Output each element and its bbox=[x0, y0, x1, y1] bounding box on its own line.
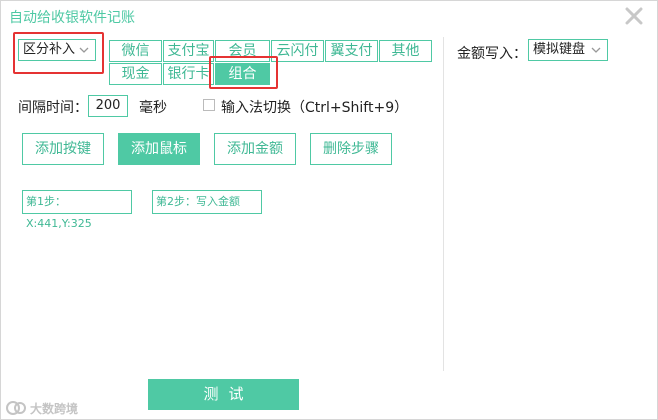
pay-button-cash[interactable]: 现金 bbox=[109, 63, 162, 85]
mode-select-value: 区分补入 bbox=[23, 42, 76, 57]
watermark-text: 大数跨境 bbox=[30, 401, 79, 416]
pay-button-unionpay[interactable]: 云闪付 bbox=[271, 40, 324, 62]
watermark: 大数跨境 bbox=[5, 399, 78, 417]
pay-button-member[interactable]: 会员 bbox=[215, 40, 270, 62]
step-item-2[interactable]: 第2步：写入金额 bbox=[152, 190, 262, 214]
delete-step-button[interactable]: 删除步骤 bbox=[310, 133, 392, 165]
interval-input[interactable]: 200 bbox=[88, 95, 128, 117]
amount-write-select[interactable]: 模拟键盘 bbox=[528, 39, 608, 61]
mode-select[interactable]: 区分补入 bbox=[18, 39, 96, 61]
test-button[interactable]: 测试 bbox=[148, 379, 299, 410]
add-key-button[interactable]: 添加按键 bbox=[22, 133, 104, 165]
chevron-down-icon bbox=[589, 43, 603, 57]
watermark-logo-icon bbox=[6, 401, 26, 415]
main-window: 自动给收银软件记账 区分补入 微信 支付宝 会员 云闪付 翼支付 其他 现金 银… bbox=[0, 0, 658, 420]
pay-button-alipay[interactable]: 支付宝 bbox=[163, 40, 214, 62]
pay-button-bankcard[interactable]: 银行卡 bbox=[163, 63, 214, 85]
ime-switch-label: 输入法切换（Ctrl+Shift+9） bbox=[221, 100, 409, 116]
ime-switch-checkbox[interactable] bbox=[203, 99, 215, 111]
window-title: 自动给收银软件记账 bbox=[9, 10, 135, 26]
chevron-down-icon bbox=[77, 43, 91, 57]
pay-button-wechat[interactable]: 微信 bbox=[109, 40, 162, 62]
interval-label: 间隔时间： bbox=[18, 100, 88, 116]
amount-write-label: 金额写入： bbox=[457, 46, 527, 62]
add-amount-button[interactable]: 添加金额 bbox=[214, 133, 296, 165]
panel-divider bbox=[443, 37, 444, 371]
interval-unit: 毫秒 bbox=[139, 100, 167, 116]
pay-button-bestpay[interactable]: 翼支付 bbox=[325, 40, 378, 62]
add-mouse-button[interactable]: 添加鼠标 bbox=[118, 133, 200, 165]
amount-write-select-value: 模拟键盘 bbox=[533, 42, 586, 57]
step-item-1[interactable]: 第1步：X:441,Y:325 bbox=[22, 190, 132, 230]
pay-button-combo[interactable]: 组合 bbox=[215, 63, 270, 85]
close-icon[interactable] bbox=[621, 3, 647, 29]
pay-button-other[interactable]: 其他 bbox=[379, 40, 432, 62]
